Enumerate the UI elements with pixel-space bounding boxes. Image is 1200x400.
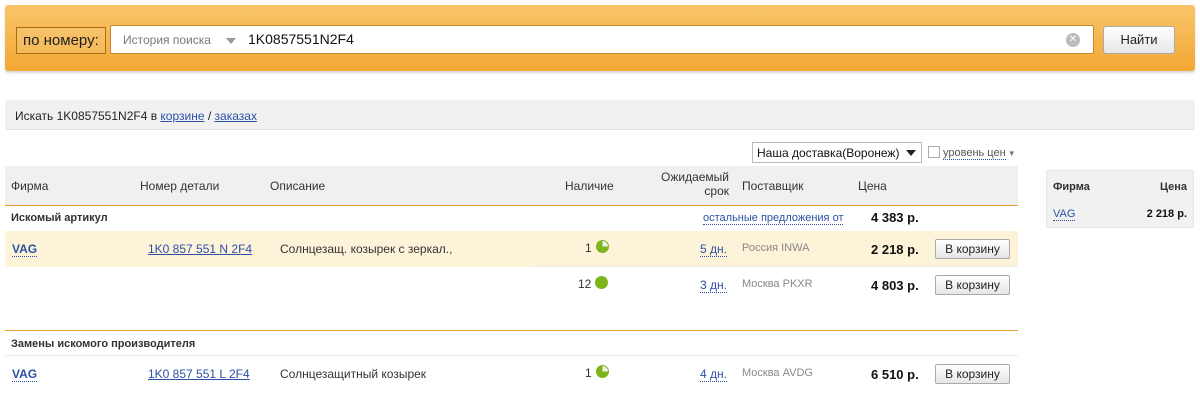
link-separator: / bbox=[204, 109, 215, 123]
results-table-header: Фирма Номер детали Описание Наличие Ожид… bbox=[5, 166, 1018, 206]
clear-icon[interactable]: ✕ bbox=[1066, 33, 1080, 47]
other-offers-price: 4 383 р. bbox=[871, 210, 919, 225]
column-header-expected: Ожидаемый срок bbox=[657, 170, 729, 198]
row-part-number[interactable]: 1K0 857 551 L 2F4 bbox=[148, 367, 250, 381]
find-button[interactable]: Найти bbox=[1103, 26, 1175, 54]
row-availability: 1 bbox=[585, 365, 609, 380]
price-level-label[interactable]: уровень цен bbox=[943, 147, 1006, 160]
search-in-text: Искать 1K0857551N2F4 в корзине / заказах bbox=[15, 109, 257, 123]
table-row: 12 3 дн. Москва PKXR 4 803 р. В корзину bbox=[5, 267, 1018, 303]
row-part-number[interactable]: 1K0 857 551 N 2F4 bbox=[148, 242, 252, 256]
search-in-orders-row: Искать 1K0857551N2F4 в корзине / заказах bbox=[5, 100, 1195, 130]
row-delivery-days[interactable]: 5 дн. bbox=[700, 242, 727, 257]
row-qty: 12 bbox=[578, 277, 592, 291]
caret-down-icon[interactable]: ▼ bbox=[1008, 149, 1016, 158]
table-row: VAG 1K0 857 551 N 2F4 Солнцезащ. козырек… bbox=[5, 231, 1018, 267]
price-level-toggle[interactable]: уровень цен ▼ bbox=[928, 146, 1016, 160]
stock-pie-icon bbox=[595, 365, 609, 378]
search-in-prefix: Искать 1K0857551N2F4 в bbox=[15, 109, 161, 123]
column-header-description: Описание bbox=[270, 179, 326, 193]
search-query-text[interactable]: 1K0857551N2F4 bbox=[248, 31, 354, 47]
section-divider bbox=[5, 330, 1018, 331]
row-supplier: Москва PKXR bbox=[742, 278, 813, 290]
side-brand[interactable]: VAG bbox=[1053, 208, 1076, 221]
row-description: Солнцезащитный козырек bbox=[280, 367, 427, 381]
section-title: Искомый артикул bbox=[11, 212, 108, 224]
search-bar: по номеру: История поиска 1K0857551N2F4 … bbox=[5, 5, 1195, 71]
other-offers-label[interactable]: остальные предложения от bbox=[703, 212, 844, 225]
row-price: 4 803 р. bbox=[871, 278, 919, 293]
chevron-down-icon bbox=[906, 150, 916, 156]
side-header-brand: Фирма bbox=[1053, 181, 1090, 193]
row-brand[interactable]: VAG bbox=[12, 367, 38, 382]
row-supplier: Россия INWA bbox=[742, 242, 810, 254]
cart-link[interactable]: корзине bbox=[160, 109, 204, 123]
column-header-supplier: Поставщик bbox=[742, 179, 804, 193]
column-header-expected-line1: Ожидаемый bbox=[661, 170, 729, 184]
column-header-expected-line2: срок bbox=[704, 184, 729, 198]
orders-link[interactable]: заказах bbox=[215, 109, 257, 123]
price-level-checkbox[interactable] bbox=[928, 146, 940, 158]
row-qty: 1 bbox=[585, 241, 592, 255]
price-summary-panel: Фирма Цена VAG 2 218 р. bbox=[1046, 170, 1194, 228]
column-header-price: Цена bbox=[858, 179, 887, 193]
section-searched-article: Искомый артикул bbox=[5, 208, 1018, 230]
side-header-price: Цена bbox=[1159, 181, 1187, 193]
column-header-part-number: Номер детали bbox=[140, 179, 220, 193]
table-row: VAG 1K0 857 551 L 2F4 Солнцезащитный коз… bbox=[5, 356, 1018, 392]
search-history-dropdown[interactable]: История поиска bbox=[123, 33, 211, 47]
delivery-select-value: Наша доставка(Воронеж) bbox=[757, 146, 900, 160]
side-price: 2 218 р. bbox=[1146, 208, 1187, 220]
search-mode-label[interactable]: по номеру: bbox=[16, 27, 106, 54]
row-brand[interactable]: VAG bbox=[12, 242, 38, 257]
stock-pie-icon bbox=[595, 276, 609, 289]
other-offers-link[interactable]: остальные предложения от bbox=[703, 212, 844, 225]
search-input[interactable]: История поиска 1K0857551N2F4 ✕ bbox=[110, 25, 1094, 54]
stock-pie-icon bbox=[595, 240, 609, 253]
column-header-brand: Фирма bbox=[11, 179, 49, 193]
add-to-cart-button[interactable]: В корзину bbox=[935, 275, 1010, 295]
row-price: 2 218 р. bbox=[871, 242, 919, 257]
row-availability: 1 bbox=[585, 240, 609, 255]
row-availability: 12 bbox=[578, 276, 609, 291]
row-price: 6 510 р. bbox=[871, 367, 919, 382]
chevron-down-icon[interactable] bbox=[226, 38, 236, 44]
section-title: Замены искомого производителя bbox=[11, 338, 196, 350]
add-to-cart-button[interactable]: В корзину bbox=[935, 239, 1010, 259]
row-delivery-days[interactable]: 3 дн. bbox=[700, 278, 727, 293]
column-header-availability: Наличие bbox=[565, 179, 614, 193]
row-delivery-days[interactable]: 4 дн. bbox=[700, 367, 727, 382]
section-replacements: Замены искомого производителя bbox=[5, 334, 1018, 356]
add-to-cart-button[interactable]: В корзину bbox=[935, 364, 1010, 384]
delivery-select[interactable]: Наша доставка(Воронеж) bbox=[752, 142, 922, 163]
row-supplier: Москва AVDG bbox=[742, 367, 813, 379]
row-description: Солнцезащ. козырек с зеркал., bbox=[280, 242, 453, 256]
row-qty: 1 bbox=[585, 366, 592, 380]
